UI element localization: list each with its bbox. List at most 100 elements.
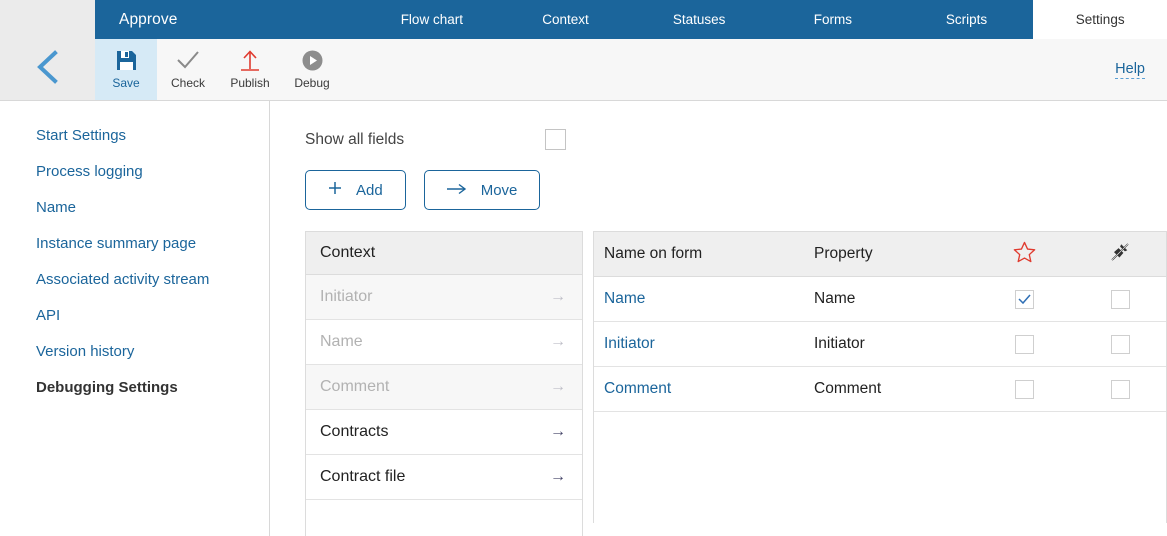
context-row-partial[interactable]: [306, 500, 582, 536]
add-button-label: Add: [356, 181, 383, 199]
tab-statuses-label: Statuses: [672, 12, 726, 27]
column-header-name-on-form: Name on form: [604, 245, 703, 262]
check-button[interactable]: Check: [157, 39, 219, 100]
show-all-fields-label: Show all fields: [305, 130, 405, 148]
row-pin-cell: [1074, 289, 1166, 309]
form-fields-table: Name on form Property Name Name Initiato…: [593, 231, 1167, 523]
move-button-label: Move: [480, 181, 518, 199]
tab-forms[interactable]: Forms: [766, 0, 900, 39]
add-button[interactable]: Add: [305, 170, 406, 210]
arrow-right-icon: [446, 182, 467, 199]
sidebar-item-associated-activity-stream[interactable]: Associated activity stream: [36, 271, 269, 288]
row-star-checkbox[interactable]: [1014, 334, 1034, 354]
upload-arrow-icon: [239, 49, 261, 71]
save-button[interactable]: Save: [95, 39, 157, 100]
tab-forms-label: Forms: [813, 12, 852, 27]
settings-sidebar: Start Settings Process logging Name Inst…: [0, 101, 270, 536]
sidebar-item-process-logging[interactable]: Process logging: [36, 163, 269, 180]
check-label: Check: [170, 76, 205, 90]
plus-icon: [328, 181, 342, 199]
tab-flow-chart-label: Flow chart: [400, 12, 463, 27]
arrow-right-icon: →: [550, 468, 566, 485]
row-name-on-form-link[interactable]: Comment: [594, 380, 804, 398]
sidebar-item-instance-summary-page[interactable]: Instance summary page: [36, 235, 269, 252]
show-all-fields-checkbox[interactable]: [545, 129, 566, 150]
row-pin-cell: [1074, 334, 1166, 354]
arrow-right-icon: →: [550, 333, 566, 350]
row-pin-checkbox[interactable]: [1110, 289, 1130, 309]
row-pin-checkbox[interactable]: [1110, 379, 1130, 399]
tab-context[interactable]: Context: [499, 0, 633, 39]
row-name-on-form-link[interactable]: Initiator: [594, 335, 804, 353]
sidebar-item-start-settings[interactable]: Start Settings: [36, 127, 269, 144]
action-toolbar: Save Check Publish Debug Help: [95, 39, 1167, 100]
column-header-property: Property: [814, 245, 873, 262]
row-pin-checkbox[interactable]: [1110, 334, 1130, 354]
debug-label: Debug: [294, 76, 330, 90]
show-all-fields-row: Show all fields: [305, 129, 1167, 150]
publish-label: Publish: [230, 76, 270, 90]
row-star-cell: [974, 289, 1074, 309]
row-star-cell: [974, 379, 1074, 399]
pin-off-icon: [1110, 242, 1130, 267]
toolbar-row: Save Check Publish Debug Help: [0, 39, 1167, 101]
tab-flow-chart[interactable]: Flow chart: [365, 0, 499, 39]
context-row-label: Comment: [320, 378, 390, 395]
form-fields-table-header: Name on form Property: [594, 232, 1166, 277]
star-icon: [1013, 241, 1036, 268]
row-name-on-form-link[interactable]: Name: [594, 290, 804, 308]
tab-settings[interactable]: Settings: [1033, 0, 1167, 39]
floppy-disk-icon: [116, 49, 137, 71]
play-circle-icon: [302, 49, 323, 71]
row-star-checkbox[interactable]: [1014, 379, 1034, 399]
help-link[interactable]: Help: [1115, 61, 1145, 79]
arrow-right-icon: →: [550, 378, 566, 395]
save-label: Save: [112, 76, 140, 90]
panes-container: Context Initiator → Name → Comment → Con…: [305, 231, 1167, 536]
tab-statuses[interactable]: Statuses: [632, 0, 766, 39]
top-bar-left-spacer: [0, 0, 95, 39]
arrow-right-icon: →: [550, 423, 566, 440]
context-row-label: Name: [320, 333, 363, 350]
main-tabstrip: Approve Flow chart Context Statuses Form…: [95, 0, 1167, 39]
row-property: Comment: [814, 380, 882, 397]
context-row-label: Contracts: [320, 423, 389, 440]
column-header-star: [974, 241, 1074, 268]
table-empty-area: [594, 412, 1166, 517]
tab-scripts[interactable]: Scripts: [900, 0, 1034, 39]
publish-button[interactable]: Publish: [219, 39, 281, 100]
context-row-name[interactable]: Name →: [306, 320, 582, 365]
app-title: Approve: [119, 10, 178, 28]
context-row-contracts[interactable]: Contracts →: [306, 410, 582, 455]
row-property: Name: [814, 290, 856, 307]
settings-content: Show all fields Add Move Context Initiat…: [270, 101, 1167, 536]
context-row-contract-file[interactable]: Contract file →: [306, 455, 582, 500]
table-row[interactable]: Name Name: [594, 277, 1166, 322]
chevron-left-icon: [35, 48, 61, 91]
tab-context-label: Context: [542, 12, 589, 27]
debug-button[interactable]: Debug: [281, 39, 343, 100]
top-bar: Approve Flow chart Context Statuses Form…: [0, 0, 1167, 39]
context-row-label: Contract file: [320, 468, 406, 485]
context-row-comment[interactable]: Comment →: [306, 365, 582, 410]
row-property: Initiator: [814, 335, 865, 352]
context-row-label: Initiator: [320, 288, 373, 305]
sidebar-item-api[interactable]: API: [36, 307, 269, 324]
move-button[interactable]: Move: [423, 170, 541, 210]
context-row-initiator[interactable]: Initiator →: [306, 275, 582, 320]
arrow-right-icon: →: [550, 288, 566, 305]
context-panel-header: Context: [306, 232, 582, 275]
table-row[interactable]: Initiator Initiator: [594, 322, 1166, 367]
back-button[interactable]: [0, 39, 95, 100]
row-star-checkbox[interactable]: [1014, 289, 1034, 309]
action-button-row: Add Move: [305, 170, 1167, 210]
context-panel: Context Initiator → Name → Comment → Con…: [305, 231, 583, 536]
tab-scripts-label: Scripts: [945, 12, 988, 27]
sidebar-item-name[interactable]: Name: [36, 199, 269, 216]
table-row[interactable]: Comment Comment: [594, 367, 1166, 412]
row-pin-cell: [1074, 379, 1166, 399]
page-body: Start Settings Process logging Name Inst…: [0, 101, 1167, 536]
sidebar-item-version-history[interactable]: Version history: [36, 343, 269, 360]
sidebar-item-debugging-settings[interactable]: Debugging Settings: [36, 379, 269, 396]
row-star-cell: [974, 334, 1074, 354]
